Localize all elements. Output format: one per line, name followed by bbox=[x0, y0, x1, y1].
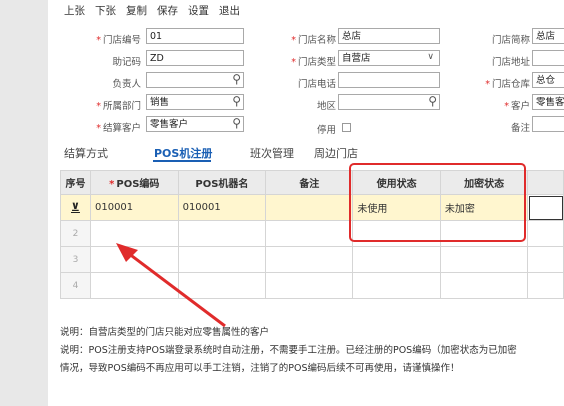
note-line-3: 情况，导致POS编码不再应用可以手工注销，注销了的POS编码后续不可再使用，请谨… bbox=[60, 363, 460, 374]
note-line-1: 说明：自营店类型的门店只能对应零售属性的客户 bbox=[60, 327, 270, 338]
note-line-2: 说明：POS注册支持POS端登录系统时自动注册，不需要手工注册。已经注册的POS… bbox=[60, 345, 517, 356]
